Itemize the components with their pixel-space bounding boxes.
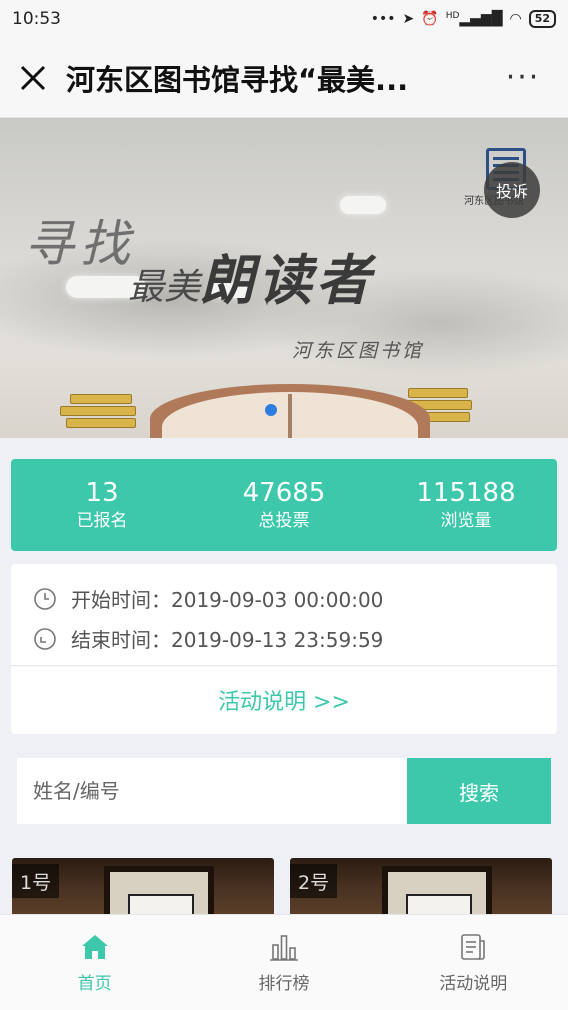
clock-icon	[34, 587, 56, 610]
banner-headline: 寻找	[24, 215, 136, 273]
tab-label: 首页	[77, 974, 112, 994]
tab-home[interactable]: 首页	[0, 915, 189, 1010]
close-icon	[20, 65, 46, 90]
banner[interactable]: 寻找 最美朗读者 河东区图书馆 河东区图书馆 投诉	[0, 118, 568, 438]
banner-subheadline-small: 最美	[128, 267, 201, 308]
book-stack-decoration	[60, 406, 136, 416]
banner-subheadline: 最美朗读者	[128, 236, 374, 315]
stat-label: 浏览量	[440, 511, 492, 531]
stat-value: 47685	[242, 478, 326, 508]
status-bar: 10:53 ••• ➤ ⏰ HD▂▄▆█ ◠ 52	[0, 0, 568, 38]
home-icon	[81, 935, 108, 959]
battery-icon: 52	[528, 10, 556, 28]
nav-bar: 河东区图书馆寻找“最美... ···	[0, 38, 568, 118]
start-time-row: 开始时间：2019-09-03 00:00:00	[33, 584, 383, 613]
banner-organizer: 河东区图书馆	[292, 340, 425, 362]
search-input[interactable]	[17, 758, 407, 824]
end-time-row: 结束时间：2019-09-13 23:59:59	[33, 624, 383, 653]
signal-icon: HD▂▄▆█	[445, 11, 503, 27]
stat-total-votes: 47685 总投票	[193, 459, 375, 551]
cloud-decoration	[340, 196, 386, 214]
book-stack-decoration	[66, 418, 136, 428]
page-title: 河东区图书馆寻找“最美...	[66, 62, 409, 97]
search-bar: 搜索	[17, 758, 551, 824]
stat-value: 115188	[416, 478, 516, 508]
tab-label: 活动说明	[439, 974, 508, 994]
location-icon: ➤	[402, 11, 415, 27]
stat-views: 115188 浏览量	[375, 459, 557, 551]
more-button[interactable]: ···	[478, 38, 568, 118]
end-time-text: 结束时间：2019-09-13 23:59:59	[71, 628, 384, 652]
close-button[interactable]	[0, 38, 66, 118]
banner-subheadline-big: 朗读者	[200, 248, 375, 312]
clock: 10:53	[12, 9, 61, 29]
activity-rules-link[interactable]: 活动说明 >>	[11, 666, 557, 734]
start-time-text: 开始时间：2019-09-03 00:00:00	[71, 588, 384, 612]
stats-panel: 13 已报名 47685 总投票 115188 浏览量	[11, 459, 557, 551]
document-icon	[461, 934, 486, 960]
stat-value: 13	[85, 478, 119, 508]
bar-chart-icon	[269, 935, 298, 961]
wifi-icon: ◠	[509, 11, 522, 27]
entry-number-badge: 1号	[12, 864, 60, 898]
stat-label: 已报名	[76, 511, 128, 531]
stat-registered: 13 已报名	[11, 459, 193, 551]
activity-time-card: 开始时间：2019-09-03 00:00:00 结束时间：2019-09-13…	[11, 564, 557, 734]
stat-label: 总投票	[258, 511, 310, 531]
more-dots-icon: •••	[370, 11, 396, 27]
open-book-illustration	[150, 384, 430, 438]
carousel-indicator[interactable]	[265, 404, 277, 416]
bottom-tab-bar: 首页 排行榜 活动说明	[0, 914, 568, 1010]
book-stack-decoration	[408, 388, 468, 398]
tab-ranking[interactable]: 排行榜	[189, 915, 378, 1010]
tab-activity-rules[interactable]: 活动说明	[379, 915, 568, 1010]
entry-number-badge: 2号	[290, 864, 338, 898]
complaint-button[interactable]: 投诉	[484, 162, 540, 218]
search-button[interactable]: 搜索	[407, 758, 551, 824]
book-stack-decoration	[70, 394, 132, 404]
status-icons: ••• ➤ ⏰ HD▂▄▆█ ◠ 52	[371, 10, 556, 28]
end-clock-icon	[34, 627, 56, 650]
tab-label: 排行榜	[258, 974, 310, 994]
alarm-icon: ⏰	[421, 11, 439, 27]
